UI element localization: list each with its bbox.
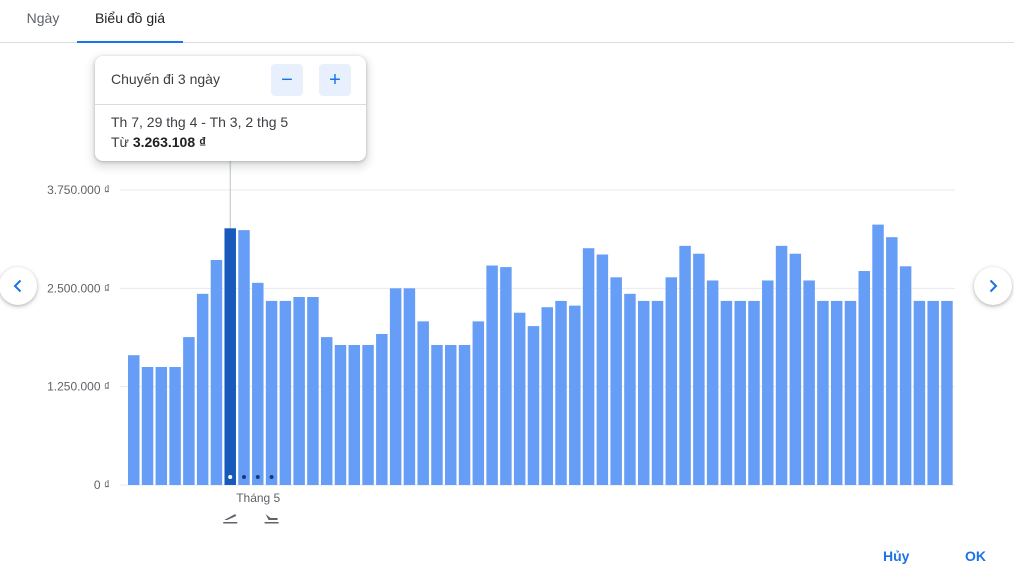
trip-length-label: Chuyến đi 3 ngày [111, 71, 220, 87]
price-bar[interactable] [472, 321, 485, 485]
price-bar[interactable] [569, 305, 581, 485]
price-bar[interactable] [651, 300, 664, 485]
price-bar[interactable] [596, 254, 609, 485]
trip-tooltip: Chuyến đi 3 ngày − + Th 7, 29 thg 4 - Th… [95, 56, 366, 161]
price-bar[interactable] [417, 321, 429, 485]
previous-button[interactable] [0, 267, 37, 305]
price-bar[interactable] [665, 277, 678, 485]
price-bar[interactable] [941, 300, 953, 485]
y-tick-label: 1.250.000 ₫ [47, 380, 110, 394]
price-bar[interactable] [803, 280, 815, 485]
y-tick-label: 0 ₫ [94, 478, 110, 492]
price-bar[interactable] [486, 265, 498, 485]
tab-bar: Ngày Biểu đồ giá [0, 0, 1014, 43]
next-button[interactable] [974, 267, 1012, 305]
price-bar[interactable] [720, 300, 733, 485]
price-bar[interactable] [762, 280, 774, 485]
tab-price-graph[interactable]: Biểu đồ giá [77, 0, 183, 43]
price-bar[interactable] [527, 326, 540, 485]
price-bar[interactable] [637, 300, 650, 485]
price-bar[interactable] [128, 355, 140, 485]
chevron-left-icon [13, 279, 22, 293]
price-bar[interactable] [899, 266, 912, 485]
price-bar[interactable] [155, 367, 168, 485]
price-bar[interactable] [610, 277, 622, 485]
price-bar[interactable] [389, 288, 402, 485]
price-bar[interactable] [307, 296, 319, 485]
price-bar[interactable] [913, 300, 926, 485]
trip-dates: Th 7, 29 thg 4 - Th 3, 2 thg 5 [111, 114, 289, 130]
price-bar[interactable] [830, 300, 843, 485]
price-bar[interactable] [196, 293, 209, 485]
price-bar[interactable] [748, 300, 760, 485]
price-bar[interactable] [789, 253, 802, 485]
price-bar[interactable] [445, 344, 457, 485]
trip-day-dot [255, 475, 260, 479]
chevron-right-icon [989, 279, 998, 293]
price-bar[interactable] [513, 312, 526, 485]
price-bar[interactable] [500, 267, 512, 485]
decrease-trip-length-button[interactable]: − [271, 64, 303, 96]
price-bar[interactable] [582, 248, 595, 485]
price-bar[interactable] [817, 300, 829, 485]
price-bar[interactable] [872, 224, 884, 485]
price-bar[interactable] [403, 288, 416, 485]
price-bar[interactable] [376, 333, 388, 485]
tooltip-header: Chuyến đi 3 ngày − + [95, 56, 366, 105]
price-bar[interactable] [183, 337, 195, 485]
price-bar[interactable] [224, 228, 236, 485]
price-bar[interactable] [169, 367, 181, 485]
price-bar[interactable] [775, 245, 788, 485]
price-bar[interactable] [293, 296, 305, 485]
price-bar[interactable] [706, 280, 719, 485]
price-bar[interactable] [320, 337, 333, 485]
price-bar[interactable] [348, 344, 361, 485]
price-bar[interactable] [555, 300, 567, 485]
price-bar[interactable] [431, 344, 443, 485]
price-bar[interactable] [210, 260, 223, 485]
price-bar[interactable] [362, 344, 374, 485]
price-bar[interactable] [279, 300, 292, 485]
trip-day-dot [228, 475, 233, 479]
price-prefix: Từ [111, 134, 129, 150]
y-tick-label: 3.750.000 ₫ [47, 183, 110, 197]
price-bar[interactable] [734, 300, 746, 485]
price-bar[interactable] [844, 300, 857, 485]
landing-icon [264, 514, 279, 524]
trip-day-dot [242, 475, 247, 479]
price-bar[interactable] [141, 367, 154, 485]
trip-day-dot [269, 475, 274, 479]
price-bar[interactable] [458, 344, 471, 485]
increase-trip-length-button[interactable]: + [319, 64, 351, 96]
cancel-button[interactable]: Hủy [883, 548, 909, 564]
price-bar[interactable] [679, 245, 691, 485]
price-bar[interactable] [624, 293, 636, 485]
tab-dates[interactable]: Ngày [10, 0, 76, 42]
price-bar[interactable] [886, 237, 898, 485]
month-label: Tháng 5 [236, 491, 280, 505]
y-tick-label: 2.500.000 ₫ [47, 281, 110, 295]
takeoff-icon [223, 514, 238, 524]
price-bar[interactable] [858, 271, 870, 485]
price-bar[interactable] [238, 230, 250, 485]
price-bar[interactable] [252, 282, 264, 485]
trip-price: Từ 3.263.108 ₫ [111, 134, 206, 150]
price-bar[interactable] [927, 300, 939, 485]
price-value: 3.263.108 ₫ [132, 134, 207, 150]
ok-button[interactable]: OK [965, 548, 986, 564]
price-bar[interactable] [693, 253, 705, 485]
price-bar[interactable] [334, 344, 347, 485]
price-bar[interactable] [265, 300, 278, 485]
price-bar[interactable] [541, 307, 553, 485]
